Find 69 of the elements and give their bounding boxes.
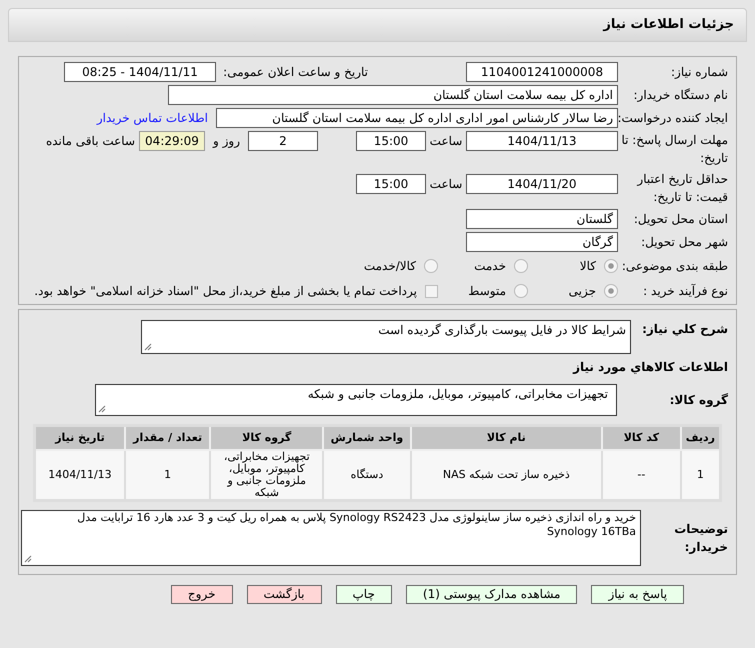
radio-label: خدمت bbox=[474, 258, 506, 275]
resize-grip-icon bbox=[98, 405, 106, 413]
remaining-label: ساعت باقی مانده bbox=[44, 133, 136, 150]
action-button[interactable]: مشاهده مدارک پیوستی (1) bbox=[406, 584, 578, 604]
field-label: حداقل تاریخ اعتبار قیمت: تا تاریخ: bbox=[637, 172, 728, 204]
action-button[interactable]: چاپ bbox=[336, 584, 392, 604]
buyer-org-field[interactable]: اداره کل بیمه سلامت استان گلستان bbox=[168, 85, 618, 105]
field-label: شرح کلي نياز: bbox=[642, 322, 728, 336]
field-label: تاریخ و ساعت اعلان عمومی: bbox=[223, 65, 368, 79]
column-header: تاریخ نیاز bbox=[34, 426, 125, 450]
buyer-contact-link[interactable]: اطلاعات تماس خریدار bbox=[96, 109, 208, 127]
field-label: شماره نیاز: bbox=[671, 65, 728, 79]
requester-field[interactable]: رضا سالار کارشناس امور اداری اداره کل بیمه سلامت استان گلستان bbox=[216, 108, 618, 128]
radio-label: کالا/خدمت bbox=[364, 258, 416, 275]
resize-grip-icon bbox=[144, 343, 152, 351]
field-label: نوع فرآیند خرید : bbox=[643, 284, 728, 298]
field-label: نام دستگاه خریدار: bbox=[634, 88, 728, 102]
days-field[interactable]: 2 bbox=[248, 131, 318, 151]
action-button[interactable]: پاسخ به نیاز bbox=[591, 584, 684, 604]
buyer-notes-field[interactable]: خرید و راه اندازی ذخیره ساز ساینولوژی مدل Synology RS2423 پلاس به همراه ریل کیت و 3 عدد هارد 16 ترابایت مدل Synology 16TBa bbox=[21, 510, 641, 566]
table-cell: -- bbox=[602, 450, 681, 500]
resize-grip-icon bbox=[24, 554, 32, 562]
page-title: جزئیات اطلاعات نیاز bbox=[603, 16, 734, 34]
field-label: ایجاد کننده درخواست: bbox=[617, 111, 728, 125]
deadline-date-field[interactable]: 1404/11/13 bbox=[466, 131, 618, 151]
table-cell: ذخیره ساز تحت شبکه NAS bbox=[410, 450, 602, 500]
radio-button[interactable] bbox=[514, 259, 528, 273]
column-header: تعداد / مقدار bbox=[124, 426, 210, 450]
need-number-field[interactable]: 1104001241000008 bbox=[466, 62, 618, 82]
time-label: ساعت bbox=[428, 133, 464, 150]
validity-time-field[interactable]: 15:00 bbox=[356, 174, 426, 194]
field-label: شهر محل تحویل: bbox=[641, 235, 728, 249]
radio-button[interactable] bbox=[604, 284, 618, 298]
action-button[interactable]: بازگشت bbox=[246, 584, 322, 604]
column-header: واحد شمارش bbox=[323, 426, 411, 450]
validity-date-field[interactable]: 1404/11/20 bbox=[466, 174, 618, 194]
column-header: ردیف bbox=[680, 426, 720, 450]
city-field[interactable]: گرگان bbox=[466, 232, 618, 252]
radio-label: متوسط bbox=[468, 283, 506, 300]
radio-label: کالا bbox=[580, 258, 596, 275]
time-label: ساعت bbox=[428, 176, 464, 193]
checkbox[interactable] bbox=[425, 284, 438, 298]
deadline-time-field[interactable]: 15:00 bbox=[356, 131, 426, 151]
column-header: کد کالا bbox=[602, 426, 681, 450]
announce-date-field[interactable]: 1404/11/11 - 08:25 bbox=[64, 62, 216, 82]
days-label: روز و bbox=[212, 133, 241, 150]
field-label: توضیحات خریدار: bbox=[674, 522, 728, 554]
table-cell: 1 bbox=[124, 450, 210, 500]
radio-button[interactable] bbox=[514, 284, 528, 298]
table-cell: دستگاه bbox=[323, 450, 411, 500]
goods-group-field[interactable]: تجهیزات مخابراتی، کامپیوتر، موبایل، ملزومات جانبی و شبکه bbox=[95, 384, 617, 416]
field-label: گروه کالا: bbox=[670, 393, 728, 407]
radio-button[interactable] bbox=[424, 259, 438, 273]
table-cell: 1404/11/13 bbox=[34, 450, 125, 500]
radio-label: جزیی bbox=[568, 283, 596, 300]
province-field[interactable]: گلستان bbox=[466, 209, 618, 229]
remaining-time-field: 04:29:09 bbox=[139, 131, 205, 151]
field-label: طبقه بندی موضوعی: bbox=[622, 259, 728, 273]
description-field[interactable]: شرایط کالا در فایل پیوست بارگذاری گردیده است bbox=[141, 320, 631, 354]
radio-button[interactable] bbox=[604, 259, 618, 273]
table-cell: تجهیزات مخابراتی، کامپیوتر، موبایل، ملزومات جانبی و شبکه bbox=[210, 450, 324, 500]
checkbox-label: پرداخت تمام یا بخشی از مبلغ خرید،از محل "اسناد خزانه اسلامی" خواهد بود. bbox=[34, 283, 417, 300]
table-cell: 1 bbox=[680, 450, 720, 500]
action-button[interactable]: خروج bbox=[170, 584, 232, 604]
column-header: گروه کالا bbox=[210, 426, 324, 450]
field-label: استان محل تحویل: bbox=[634, 212, 728, 226]
field-label: مهلت ارسال پاسخ: تا تاریخ: bbox=[621, 133, 728, 165]
column-header: نام کالا bbox=[410, 426, 602, 450]
section-heading: اطلاعات کالاهاي مورد نياز bbox=[572, 359, 728, 376]
